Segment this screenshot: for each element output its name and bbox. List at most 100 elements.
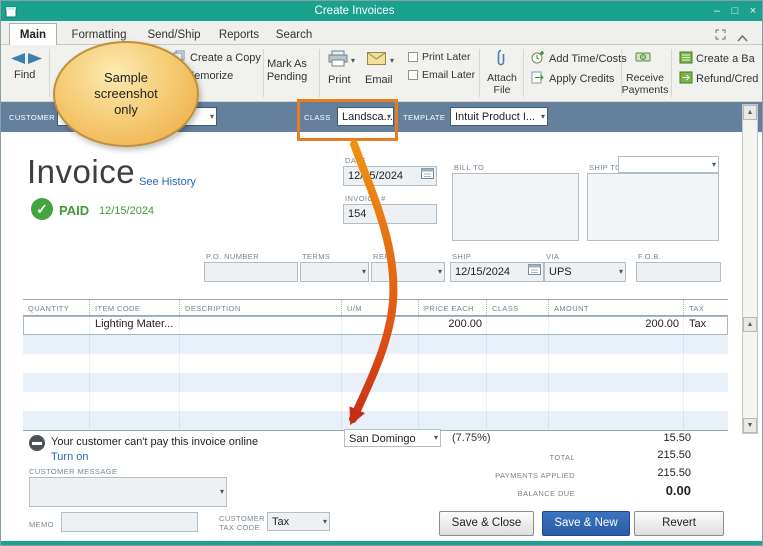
attach-file-button[interactable]: Attach (483, 72, 521, 84)
ship-date-field[interactable]: 12/15/2024 (450, 262, 544, 282)
paperclip-icon (495, 49, 507, 73)
refund-credit-icon (679, 71, 693, 89)
calendar-icon[interactable] (528, 263, 541, 281)
find-button[interactable]: Find (14, 69, 35, 81)
po-number-field[interactable] (204, 262, 298, 282)
class-combobox[interactable]: Landsca... ▾ (337, 107, 394, 126)
create-a-batch-button[interactable]: Create a Ba (696, 53, 755, 65)
find-back-button[interactable] (11, 51, 25, 69)
table-row[interactable]: Lighting Mater... 200.00 200.00 Tax (23, 316, 728, 335)
date-field[interactable]: 12/15/2024 (343, 166, 437, 186)
chevron-down-icon: ▾ (209, 111, 214, 121)
chevron-down-icon: ▾ (540, 111, 545, 121)
invoice-number-field[interactable]: 154 (343, 204, 437, 224)
bill-to-box[interactable] (452, 173, 579, 241)
fob-field[interactable] (636, 262, 721, 282)
table-row[interactable] (23, 411, 728, 430)
tab-search[interactable]: Search (267, 25, 321, 45)
header-tax: TAX (683, 300, 728, 315)
header-class: CLASS (486, 300, 548, 315)
table-header-row: QUANTITY ITEM CODE DESCRIPTION U/M PRICE… (23, 299, 728, 316)
terms-combobox[interactable]: ▾ (300, 262, 369, 282)
line-items-table: QUANTITY ITEM CODE DESCRIPTION U/M PRICE… (23, 299, 728, 431)
tab-send-ship[interactable]: Send/Ship (141, 25, 207, 45)
tab-reports[interactable]: Reports (211, 25, 267, 45)
via-combobox[interactable]: UPS ▾ (544, 262, 626, 282)
fob-label: F.O.B. (638, 252, 662, 261)
memo-field[interactable] (61, 512, 198, 532)
close-button[interactable]: × (744, 5, 762, 17)
mark-as-pending-button-2[interactable]: Pending (259, 71, 315, 83)
tax-item-combobox[interactable]: San Domingo ▾ (344, 429, 441, 447)
header-um: U/M (341, 300, 418, 315)
vertical-scrollbar[interactable]: ▲ ▲ ▼ (742, 104, 758, 434)
invoice-number-label: INVOICE # (345, 194, 386, 203)
find-forward-button[interactable] (28, 51, 42, 69)
paid-date: 12/15/2024 (99, 205, 155, 217)
create-invoices-window: Create Invoices – □ × Main Formatting Se… (0, 0, 763, 546)
callout-text: screenshot (94, 86, 158, 101)
refund-credit-button[interactable]: Refund/Cred (696, 73, 758, 85)
table-row[interactable] (23, 354, 728, 373)
print-later-checkbox[interactable] (408, 52, 418, 62)
chevron-down-icon: ▾ (618, 267, 623, 276)
maximize-button[interactable]: □ (726, 5, 744, 17)
memo-label: MEMO (29, 520, 54, 529)
see-history-link[interactable]: See History (139, 176, 196, 188)
email-icon (367, 52, 386, 70)
scroll-up-icon[interactable]: ▲ (743, 105, 757, 120)
paid-badge: PAID (59, 203, 90, 218)
add-time-costs-button[interactable]: Add Time/Costs (549, 53, 627, 65)
customer-tax-code-combobox[interactable]: Tax ▾ (267, 512, 330, 531)
callout-text: Sample (103, 70, 149, 85)
save-new-button[interactable]: Save & New (542, 511, 630, 536)
sample-callout-balloon: Sample screenshot only (53, 41, 199, 147)
terms-label: TERMS (302, 252, 331, 261)
ship-to-combobox[interactable]: ▾ (618, 156, 719, 173)
ship-date-label: SHIP (452, 252, 472, 261)
table-row[interactable] (23, 373, 728, 392)
email-dropdown-icon[interactable]: ▾ (390, 56, 394, 65)
scroll-down-icon[interactable]: ▼ (743, 418, 757, 433)
save-close-button[interactable]: Save & Close (439, 511, 534, 536)
printer-icon (328, 50, 348, 72)
attach-file-button-2[interactable]: File (483, 84, 521, 96)
receive-payments-button[interactable]: Receive (621, 72, 669, 84)
print-dropdown-icon[interactable]: ▾ (351, 56, 355, 65)
customer-tax-code-label-2: TAX CODE (219, 523, 260, 532)
mark-as-pending-button[interactable]: Mark As (259, 58, 315, 70)
title-bar: Create Invoices – □ × (1, 1, 762, 21)
print-button[interactable]: Print (328, 74, 351, 86)
turn-on-link[interactable]: Turn on (51, 451, 89, 463)
total-value: 215.50 (657, 449, 691, 461)
revert-button[interactable]: Revert (634, 511, 724, 536)
tax-rate: (7.75%) (452, 432, 491, 444)
apply-credits-button[interactable]: Apply Credits (549, 73, 614, 85)
tab-main[interactable]: Main (9, 23, 57, 46)
ship-to-label: SHIP TO (589, 163, 622, 172)
ship-to-box[interactable] (587, 173, 719, 241)
expand-window-icon[interactable] (715, 27, 726, 45)
scroll-up-icon[interactable]: ▲ (743, 317, 757, 332)
receive-payments-icon (635, 50, 652, 69)
template-combobox[interactable]: Intuit Product I... ▾ (450, 107, 548, 126)
create-a-copy-button[interactable]: Create a Copy (190, 52, 261, 64)
header-quantity: QUANTITY (28, 304, 70, 313)
email-later-checkbox[interactable] (408, 70, 418, 80)
receive-payments-button-2[interactable]: Payments (621, 84, 669, 96)
customer-message-combobox[interactable]: ▾ (29, 477, 227, 507)
callout-text: only (114, 102, 138, 117)
chevron-down-icon: ▾ (219, 487, 224, 496)
customer-tax-code-label: CUSTOMER (219, 514, 265, 523)
table-row[interactable] (23, 335, 728, 354)
email-button[interactable]: Email (365, 74, 393, 86)
online-payment-notice: Your customer can't pay this invoice onl… (51, 436, 259, 448)
invoice-heading: Invoice (27, 153, 136, 190)
window-title: Create Invoices (314, 5, 395, 17)
customer-message-label: CUSTOMER MESSAGE (29, 467, 118, 476)
table-row[interactable] (23, 392, 728, 411)
rep-combobox[interactable]: ▾ (371, 262, 445, 282)
chevron-down-icon: ▾ (711, 159, 716, 169)
minimize-button[interactable]: – (708, 5, 726, 17)
calendar-icon[interactable] (421, 167, 434, 185)
